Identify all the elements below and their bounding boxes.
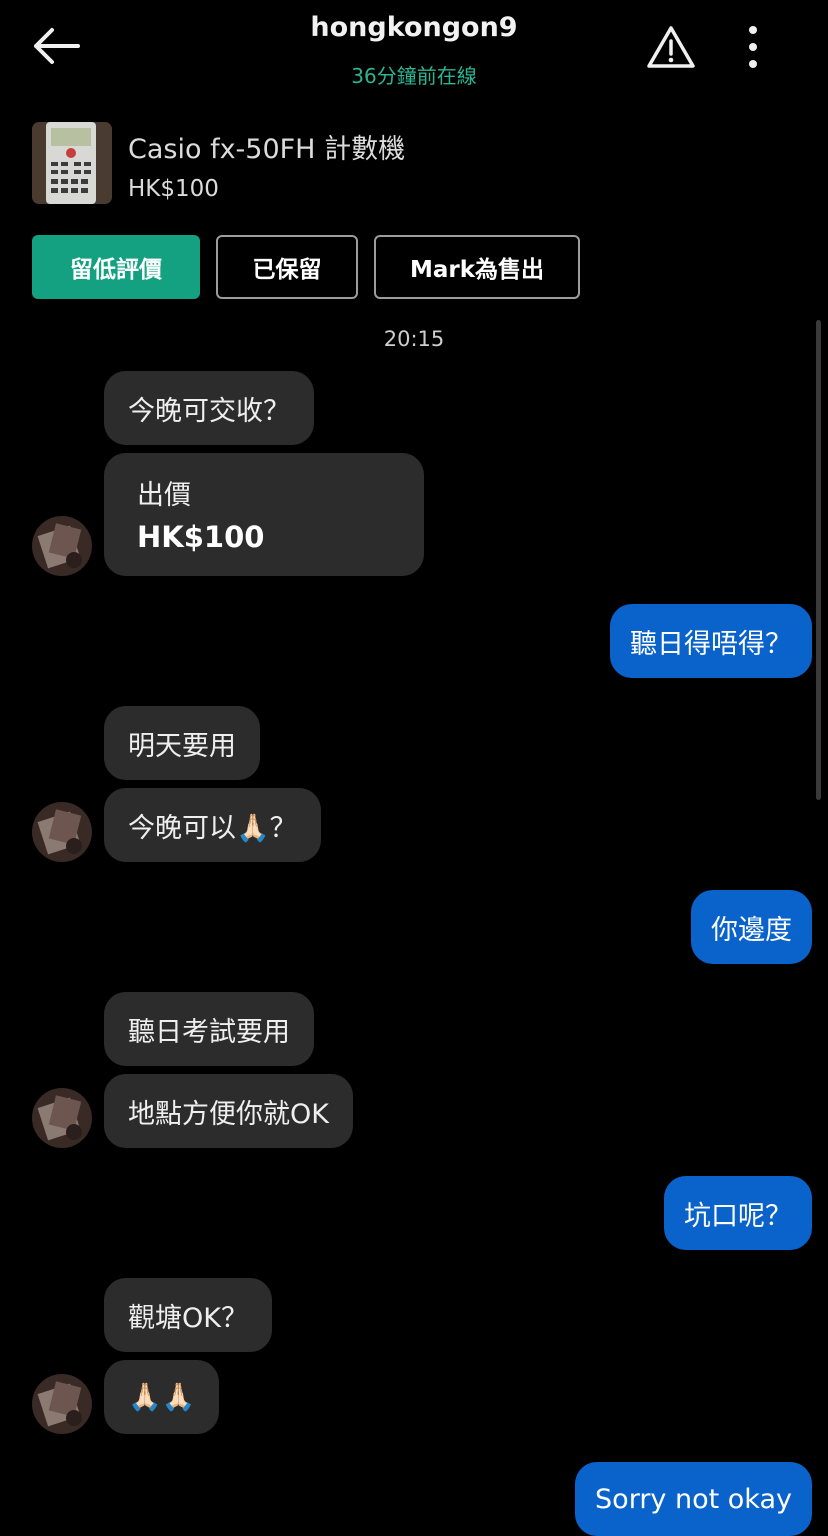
offer-amount: HK$100 bbox=[137, 520, 265, 554]
warning-icon bbox=[647, 26, 695, 68]
chat-username[interactable]: hongkongon9 bbox=[0, 12, 828, 43]
reserved-button[interactable]: 已保留 bbox=[216, 235, 358, 299]
avatar-image bbox=[32, 516, 92, 576]
report-button[interactable] bbox=[646, 24, 696, 70]
product-name[interactable]: Casio fx-50FH 計數機 bbox=[128, 127, 405, 166]
online-status: 36分鐘前在線 bbox=[351, 64, 477, 88]
message-outgoing: 坑口呢？ bbox=[664, 1176, 812, 1250]
more-options-button[interactable] bbox=[742, 24, 764, 70]
offer-card: 出價 HK$100 bbox=[104, 453, 424, 576]
leave-review-button[interactable]: 留低評價 bbox=[32, 235, 200, 299]
message-incoming: 🙏🏻🙏🏻 bbox=[104, 1360, 220, 1434]
product-price: HK$100 bbox=[128, 176, 219, 202]
message-incoming: 地點方便你就OK bbox=[104, 1074, 353, 1148]
message-incoming: 今晚可交收？ bbox=[104, 371, 314, 445]
avatar[interactable] bbox=[32, 516, 92, 576]
message-outgoing: 你邊度 bbox=[691, 890, 812, 964]
message-incoming: 明天要用 bbox=[104, 706, 260, 780]
avatar-image bbox=[32, 1088, 92, 1148]
message-incoming: 聽日考試要用 bbox=[104, 992, 314, 1066]
avatar[interactable] bbox=[32, 802, 92, 862]
scrollbar[interactable] bbox=[816, 320, 821, 800]
message-incoming: 今晚可以🙏🏻？ bbox=[104, 788, 321, 862]
message-outgoing: Sorry not okay bbox=[575, 1462, 812, 1536]
avatar-image bbox=[32, 802, 92, 862]
more-vertical-icon bbox=[749, 26, 757, 68]
message-outgoing: 聽日得唔得？ bbox=[610, 604, 812, 678]
offer-title: 出價 bbox=[137, 480, 191, 511]
avatar[interactable] bbox=[32, 1088, 92, 1148]
chat-timestamp: 20:15 bbox=[383, 327, 445, 351]
message-incoming: 觀塘OK？ bbox=[104, 1278, 272, 1352]
avatar[interactable] bbox=[32, 1374, 92, 1434]
mark-sold-button[interactable]: Mark為售出 bbox=[374, 235, 580, 299]
avatar-image bbox=[32, 1374, 92, 1434]
product-thumbnail[interactable] bbox=[32, 122, 112, 204]
